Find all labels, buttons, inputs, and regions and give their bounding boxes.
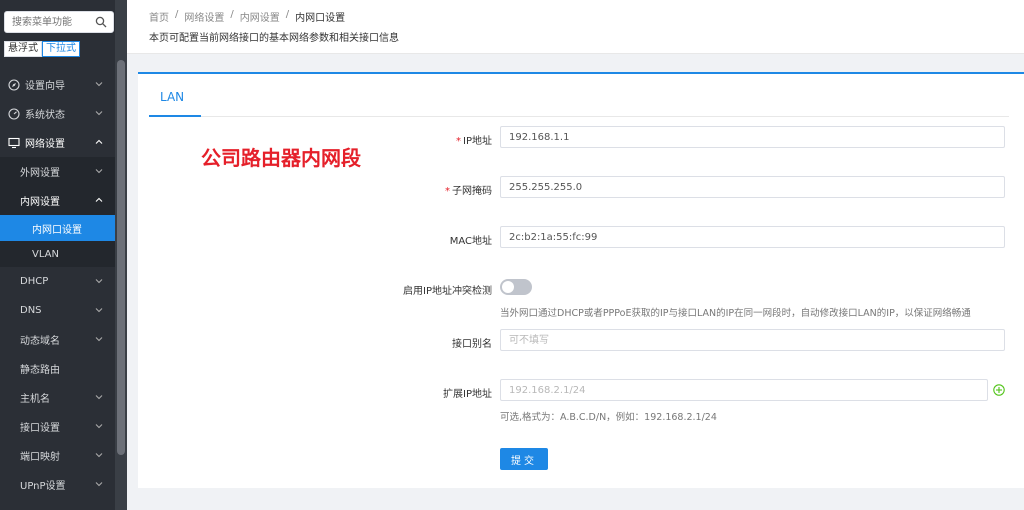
sidebar-item-label: 主机名 [20, 394, 50, 405]
sidebar-item-label: 端口映射 [20, 452, 60, 463]
chevron-down-icon [95, 82, 103, 87]
extended-ip-input[interactable] [500, 379, 988, 401]
breadcrumb-network-settings[interactable]: 网络设置 [184, 9, 224, 24]
submit-button[interactable]: 提交 [500, 448, 548, 470]
conflict-detect-toggle[interactable] [500, 279, 532, 295]
sidebar-item-upnp[interactable]: UPnP设置 [0, 470, 115, 499]
mode-float-button[interactable]: 悬浮式 [4, 41, 42, 57]
main-content: 首页 / 网络设置 / 内网设置 / 内网口设置 本页可配置当前网络接口的基本网… [127, 0, 1024, 510]
annotation-text: 公司路由器内网段 [201, 146, 361, 170]
breadcrumb-current: 内网口设置 [295, 13, 346, 24]
mac-address-input[interactable] [500, 226, 1005, 248]
conflict-label: 启用IP地址冲突检测 [403, 286, 492, 297]
sidebar-item-label: DHCP [20, 276, 49, 287]
sidebar-item-label: 系统状态 [25, 110, 65, 121]
sidebar-item-ddns[interactable]: 动态域名 [0, 325, 115, 354]
gauge-icon [8, 107, 20, 120]
sidebar-item-wan-settings[interactable]: 外网设置 [0, 157, 115, 186]
chevron-down-icon [95, 279, 103, 284]
conflict-hint: 当外网口通过DHCP或者PPPoE获取的IP与接口LAN的IP在同一网段时，自动… [500, 308, 971, 319]
sidebar-item-label: DNS [20, 305, 42, 316]
sidebar-item-label: 外网设置 [20, 168, 60, 179]
chevron-down-icon [95, 424, 103, 429]
ip-address-input[interactable] [500, 126, 1005, 148]
toggle-knob [502, 281, 514, 293]
breadcrumb-home[interactable]: 首页 [149, 9, 169, 24]
sidebar-item-label: 接口设置 [20, 423, 60, 434]
sidebar-item-label: 设置向导 [25, 81, 65, 92]
chevron-down-icon [95, 453, 103, 458]
interface-alias-input[interactable] [500, 329, 1005, 351]
mode-dropdown-button[interactable]: 下拉式 [42, 41, 80, 57]
sidebar: 悬浮式 下拉式 设置向导 系统状态 网络设置 外网设置 内网设置 [0, 0, 127, 510]
sidebar-item-hostname[interactable]: 主机名 [0, 383, 115, 412]
menu-search-input[interactable] [5, 12, 93, 32]
ip-label-text: IP地址 [463, 136, 492, 147]
monitor-icon [8, 137, 20, 148]
sidebar-item-port-mapping[interactable]: 端口映射 [0, 441, 115, 470]
sidebar-item-network-settings[interactable]: 网络设置 [0, 128, 115, 157]
menu-mode-switch: 悬浮式 下拉式 [4, 41, 80, 57]
lan-settings-card: LAN 公司路由器内网段 *IP地址 *子网掩码 MAC地址 启用IP地址冲突检… [138, 72, 1024, 488]
breadcrumb-lan-settings[interactable]: 内网设置 [240, 9, 280, 24]
add-circle-icon[interactable] [993, 384, 1005, 396]
subnet-mask-input[interactable] [500, 176, 1005, 198]
ext-ip-hint: 可选,格式为：A.B.C.D/N，例如：192.168.2.1/24 [500, 412, 717, 423]
sidebar-item-interface-settings[interactable]: 接口设置 [0, 412, 115, 441]
tab-active-indicator [149, 115, 201, 117]
chevron-down-icon [95, 111, 103, 116]
sidebar-item-vlan[interactable]: VLAN [0, 241, 115, 267]
sidebar-item-label: UPnP设置 [20, 481, 66, 492]
breadcrumb-separator: / [285, 9, 290, 20]
menu-search-box [4, 11, 114, 33]
sidebar-item-label: 内网口设置 [32, 224, 82, 236]
mask-label: * 子网掩码 [445, 182, 492, 197]
sidebar-item-label: VLAN [32, 248, 59, 260]
breadcrumb-separator: / [230, 9, 234, 20]
tab-divider [149, 116, 1009, 117]
chevron-up-icon [95, 139, 103, 144]
sidebar-scrollbar[interactable] [115, 0, 127, 510]
ip-label: * IP地址 [456, 132, 492, 147]
chevron-down-icon [95, 337, 103, 342]
sidebar-item-setup-wizard[interactable]: 设置向导 [0, 70, 115, 99]
breadcrumb: 首页 / 网络设置 / 内网设置 / 内网口设置 [149, 9, 351, 24]
network-settings-submenu: 外网设置 内网设置 内网口设置 VLAN [0, 157, 115, 267]
sidebar-item-label: 静态路由 [20, 365, 60, 376]
sidebar-item-lan-port-settings[interactable]: 内网口设置 [0, 215, 115, 241]
required-mark: * [445, 186, 450, 197]
sidebar-item-system-status[interactable]: 系统状态 [0, 99, 115, 128]
sidebar-item-static-route[interactable]: 静态路由 [0, 354, 115, 383]
sidebar-item-label: 网络设置 [25, 139, 65, 150]
page-header: 首页 / 网络设置 / 内网设置 / 内网口设置 本页可配置当前网络接口的基本网… [127, 0, 1024, 54]
search-icon[interactable] [95, 16, 107, 28]
sidebar-item-label: 内网设置 [20, 197, 60, 208]
sidebar-item-dns[interactable]: DNS [0, 296, 115, 325]
breadcrumb-separator: / [175, 9, 179, 20]
chevron-down-icon [95, 169, 103, 174]
chevron-up-icon [95, 197, 103, 202]
sidebar-menu: 设置向导 系统状态 网络设置 外网设置 内网设置 内网口设置 VLAN DHCP… [0, 70, 115, 499]
sidebar-item-label: 动态域名 [20, 336, 60, 347]
tab-lan[interactable]: LAN [160, 90, 184, 104]
chevron-down-icon [95, 395, 103, 400]
ext-ip-label: 扩展IP地址 [443, 389, 492, 400]
mask-label-text: 子网掩码 [452, 186, 492, 197]
chevron-down-icon [95, 308, 103, 313]
sidebar-item-dhcp[interactable]: DHCP [0, 267, 115, 296]
compass-icon [8, 78, 20, 91]
sidebar-item-lan-settings[interactable]: 内网设置 [0, 186, 115, 215]
alias-label: 接口别名 [452, 339, 492, 350]
page-description: 本页可配置当前网络接口的基本网络参数和相关接口信息 [149, 33, 399, 44]
scrollbar-thumb[interactable] [117, 60, 125, 455]
mac-label: MAC地址 [449, 236, 492, 247]
chevron-down-icon [95, 482, 103, 487]
required-mark: * [456, 136, 462, 147]
